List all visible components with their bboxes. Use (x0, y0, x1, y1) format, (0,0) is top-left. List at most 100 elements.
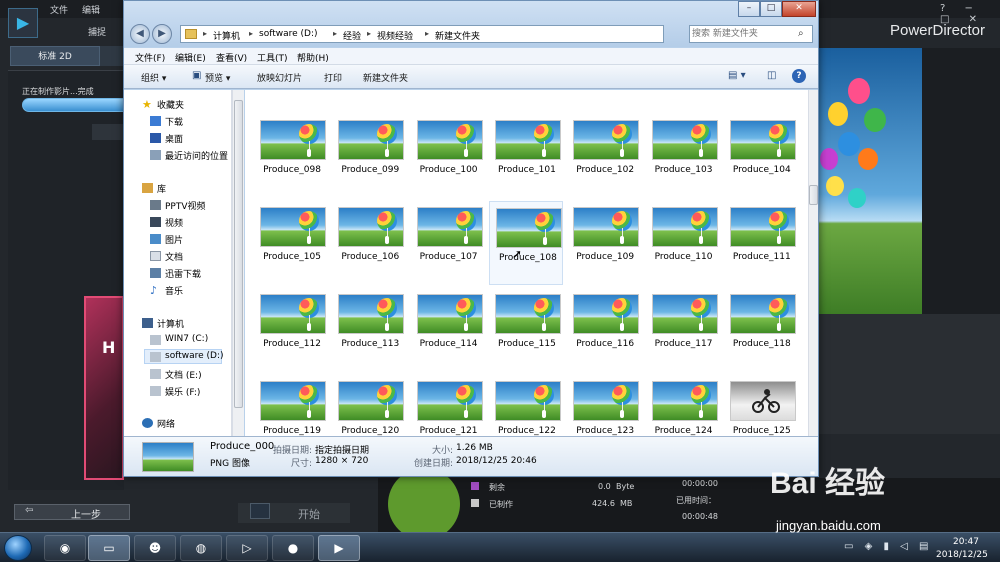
pd-start-button[interactable]: 开始 (238, 503, 350, 523)
nav-documents[interactable]: 文档 (165, 250, 183, 263)
file-name: Produce_104 (732, 165, 791, 175)
menu-view[interactable]: 查看(V) (216, 51, 247, 64)
nav-drive-c[interactable]: WIN7 (C:) (165, 334, 208, 344)
nav-drive-d[interactable]: software (D:) (165, 351, 224, 361)
pd-capture-tab[interactable]: 捕捉 (88, 25, 106, 38)
breadcrumb-experience[interactable]: 经验 (343, 29, 361, 42)
file-item[interactable]: Produce_107 (411, 201, 485, 285)
nav-drive-e[interactable]: 文档 (E:) (165, 368, 202, 381)
file-item[interactable]: Produce_120 (332, 375, 406, 436)
taskbar-qq-icon[interactable]: ☻ (134, 535, 176, 561)
file-item[interactable]: Produce_114 (411, 288, 485, 372)
file-item[interactable]: Produce_119 (254, 375, 328, 436)
file-item[interactable]: Produce_106 (332, 201, 406, 285)
back-nav-button[interactable]: ◀ (130, 24, 150, 44)
breadcrumb-software-d[interactable]: software (D:) (259, 29, 318, 39)
file-item[interactable]: Produce_100 (411, 114, 485, 198)
nav-recent-places[interactable]: 最近访问的位置 (165, 149, 228, 162)
file-item[interactable]: Produce_123 (567, 375, 641, 436)
file-name: Produce_124 (654, 426, 713, 436)
file-item[interactable]: Produce_118 (724, 288, 798, 372)
nav-network[interactable]: 网络 (157, 417, 175, 430)
file-item[interactable]: Produce_121 (411, 375, 485, 436)
menu-tools[interactable]: 工具(T) (257, 51, 288, 64)
pd-menu-file[interactable]: 文件 (50, 3, 68, 16)
file-item[interactable]: Produce_115 (489, 288, 563, 372)
file-item[interactable]: Produce_122 (489, 375, 563, 436)
pd-panel-button[interactable] (92, 124, 124, 140)
taskbar-time[interactable]: 20:47 (946, 537, 986, 547)
view-options-icon[interactable]: ▤ ▾ (728, 70, 746, 81)
file-item[interactable]: Produce_105 (254, 201, 328, 285)
system-tray-icons[interactable]: ▭ ◈ ▮ ◁ ▤ (844, 541, 933, 552)
nav-music[interactable]: 音乐 (165, 284, 183, 297)
pd-back-button[interactable]: ⇦ 上一步 (14, 504, 130, 521)
search-box[interactable]: ⌕ (689, 25, 813, 43)
taskbar-360-browser-icon[interactable]: ◉ (44, 535, 86, 561)
nav-favorites[interactable]: 收藏夹 (157, 98, 184, 111)
forward-nav-button[interactable]: ▶ (152, 24, 172, 44)
nav-pictures[interactable]: 图片 (165, 233, 183, 246)
address-bar[interactable]: ▸ 计算机 ▸ software (D:) ▸ 经验 ▸ 视频经验 ▸ 新建文件… (180, 25, 717, 43)
menu-help[interactable]: 帮助(H) (297, 51, 329, 64)
file-view-scrollbar[interactable] (808, 90, 818, 436)
taskbar-media-player-icon[interactable]: ▷ (226, 535, 268, 561)
pd-template-thumbnail[interactable]: H (84, 296, 124, 480)
details-shot-date-value[interactable]: 指定拍摄日期 (315, 443, 369, 456)
preview-button[interactable]: 预览 ▾ (205, 71, 230, 84)
start-button[interactable] (4, 535, 32, 561)
nav-pptv-video[interactable]: PPTV视频 (165, 199, 206, 212)
file-item[interactable]: Produce_109 (567, 201, 641, 285)
breadcrumb-video-experience[interactable]: 视频经验 (377, 29, 413, 42)
file-item[interactable]: Produce_125 (724, 375, 798, 436)
file-item[interactable]: Produce_111 (724, 201, 798, 285)
nav-desktop[interactable]: 桌面 (165, 132, 183, 145)
file-item[interactable]: Produce_103 (646, 114, 720, 198)
file-item[interactable]: Produce_124 (646, 375, 720, 436)
nav-computer[interactable]: 计算机 (157, 317, 184, 330)
breadcrumb-new-folder[interactable]: 新建文件夹 (435, 29, 480, 42)
file-item[interactable]: Produce_108 (488, 201, 563, 285)
file-item[interactable]: Produce_117 (646, 288, 720, 372)
organize-button[interactable]: 组织 ▾ (141, 71, 166, 84)
pd-menu-edit[interactable]: 编辑 (82, 3, 100, 16)
close-button[interactable]: ✕ (782, 1, 816, 17)
slideshow-button[interactable]: 放映幻灯片 (257, 71, 302, 84)
file-item[interactable]: Produce_104 (724, 114, 798, 198)
file-item[interactable]: Produce_110 (646, 201, 720, 285)
file-item[interactable]: Produce_116 (567, 288, 641, 372)
nav-downloads[interactable]: 下载 (165, 115, 183, 128)
taskbar-date[interactable]: 2018/12/25 (936, 550, 988, 560)
pd-tab-2d[interactable]: 标准 2D (10, 46, 100, 66)
pd-window-controls[interactable]: ? − □ ✕ (940, 3, 1000, 25)
minimize-button[interactable]: – (738, 1, 760, 17)
file-item[interactable]: Produce_113 (332, 288, 406, 372)
video-icon (150, 217, 161, 227)
help-icon[interactable]: ? (792, 69, 806, 83)
taskbar-firefox-icon[interactable]: ◍ (180, 535, 222, 561)
search-icon[interactable]: ⌕ (798, 28, 804, 39)
file-item[interactable]: Produce_102 (567, 114, 641, 198)
breadcrumb-computer[interactable]: 计算机 (213, 29, 240, 42)
nav-scrollbar[interactable] (232, 90, 244, 436)
new-folder-button[interactable]: 新建文件夹 (363, 71, 408, 84)
taskbar-explorer-icon[interactable]: ▭ (88, 535, 130, 561)
nav-thunder-downloads[interactable]: 迅雷下载 (165, 267, 201, 280)
maximize-button[interactable]: □ (760, 1, 782, 17)
nav-libraries[interactable]: 库 (157, 182, 166, 195)
file-item[interactable]: Produce_101 (489, 114, 563, 198)
print-button[interactable]: 打印 (324, 71, 342, 84)
menu-edit[interactable]: 编辑(E) (175, 51, 206, 64)
file-view-scrollbar-thumb[interactable] (809, 185, 818, 205)
nav-drive-f[interactable]: 娱乐 (F:) (165, 385, 200, 398)
nav-videos[interactable]: 视频 (165, 216, 183, 229)
taskbar-record-icon[interactable]: ● (272, 535, 314, 561)
taskbar-powerdirector-icon[interactable]: ▶ (318, 535, 360, 561)
file-item[interactable]: Produce_098 (254, 114, 328, 198)
file-item[interactable]: Produce_112 (254, 288, 328, 372)
nav-scrollbar-thumb[interactable] (234, 100, 243, 408)
preview-pane-icon[interactable]: ◫ (767, 70, 776, 81)
menu-file[interactable]: 文件(F) (135, 51, 165, 64)
search-input[interactable] (692, 27, 796, 41)
file-item[interactable]: Produce_099 (332, 114, 406, 198)
